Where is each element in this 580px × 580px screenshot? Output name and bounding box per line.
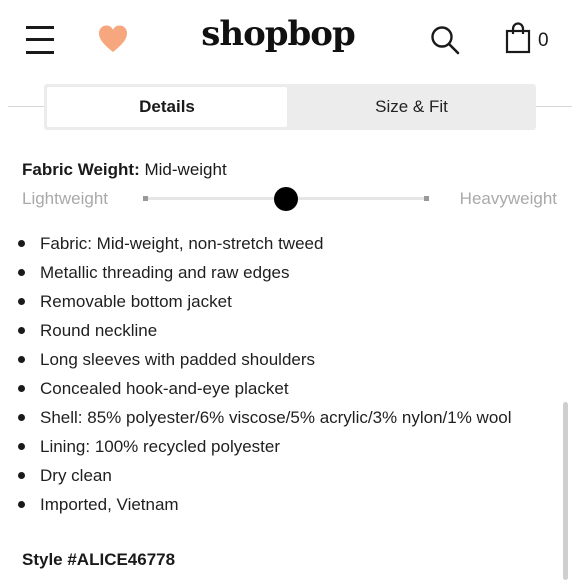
list-item: Imported, Vietnam — [18, 490, 563, 519]
list-item-text: Lining: 100% recycled polyester — [40, 437, 281, 456]
list-item-text: Concealed hook-and-eye placket — [40, 379, 289, 398]
bag-count[interactable]: 0 — [538, 30, 549, 52]
list-item: Round neckline — [18, 316, 563, 345]
search-glyph — [431, 26, 460, 55]
heart-shape — [99, 25, 127, 52]
bullet-dot — [18, 327, 25, 334]
list-item-text: Round neckline — [40, 321, 158, 340]
fabric-weight-row: Fabric Weight: Mid-weight — [22, 160, 227, 180]
bullet-dot — [18, 472, 25, 479]
hamburger-menu-icon[interactable] — [26, 25, 54, 55]
list-item: Long sleeves with padded shoulders — [18, 345, 563, 374]
list-item-text: Metallic threading and raw edges — [40, 263, 290, 282]
tab-details[interactable]: Details — [47, 87, 287, 127]
list-item-text: Removable bottom jacket — [40, 292, 232, 311]
weight-max-tick — [424, 196, 429, 201]
fabric-weight-value: Mid-weight — [144, 160, 227, 179]
bullet-dot — [18, 501, 25, 508]
weight-min-tick — [143, 196, 148, 201]
weight-max-label: Heavyweight — [459, 189, 557, 208]
list-item-text: Dry clean — [40, 466, 112, 485]
list-item: Removable bottom jacket — [18, 287, 563, 316]
bullet-dot — [18, 298, 25, 305]
list-item: Metallic threading and raw edges — [18, 258, 563, 287]
shopbop-logo[interactable]: shopbop — [200, 14, 356, 54]
bullet-dot — [18, 443, 25, 450]
tab-size-fit[interactable]: Size & Fit — [290, 87, 533, 127]
bullet-dot — [18, 269, 25, 276]
bullet-dot — [18, 414, 25, 421]
list-item: Dry clean — [18, 461, 563, 490]
list-item-text: Imported, Vietnam — [40, 495, 179, 514]
scrollbar[interactable] — [563, 402, 568, 580]
shopping-bag-icon[interactable] — [505, 22, 533, 54]
site-header: shopbop 0 — [0, 0, 580, 86]
list-item-text: Shell: 85% polyester/6% viscose/5% acryl… — [40, 408, 512, 427]
style-number: Style #ALICE46778 — [22, 550, 176, 569]
list-item: Fabric: Mid-weight, non-stretch tweed — [18, 229, 563, 258]
bag-glyph — [505, 22, 531, 54]
product-details-list: Fabric: Mid-weight, non-stretch tweed Me… — [18, 229, 563, 519]
list-item: Shell: 85% polyester/6% viscose/5% acryl… — [18, 403, 563, 432]
heart-icon[interactable] — [97, 24, 129, 54]
detail-tabs: Details Size & Fit — [44, 84, 536, 130]
bullet-dot — [18, 240, 25, 247]
weight-indicator — [274, 187, 298, 211]
list-item: Concealed hook-and-eye placket — [18, 374, 563, 403]
bullet-dot — [18, 385, 25, 392]
fabric-weight-label: Fabric Weight: — [22, 160, 140, 179]
list-item-text: Long sleeves with padded shoulders — [40, 350, 316, 369]
bullet-dot — [18, 356, 25, 363]
weight-min-label: Lightweight — [22, 189, 109, 208]
list-item-text: Fabric: Mid-weight, non-stretch tweed — [40, 234, 324, 253]
search-icon[interactable] — [429, 24, 461, 56]
list-item: Lining: 100% recycled polyester — [18, 432, 563, 461]
